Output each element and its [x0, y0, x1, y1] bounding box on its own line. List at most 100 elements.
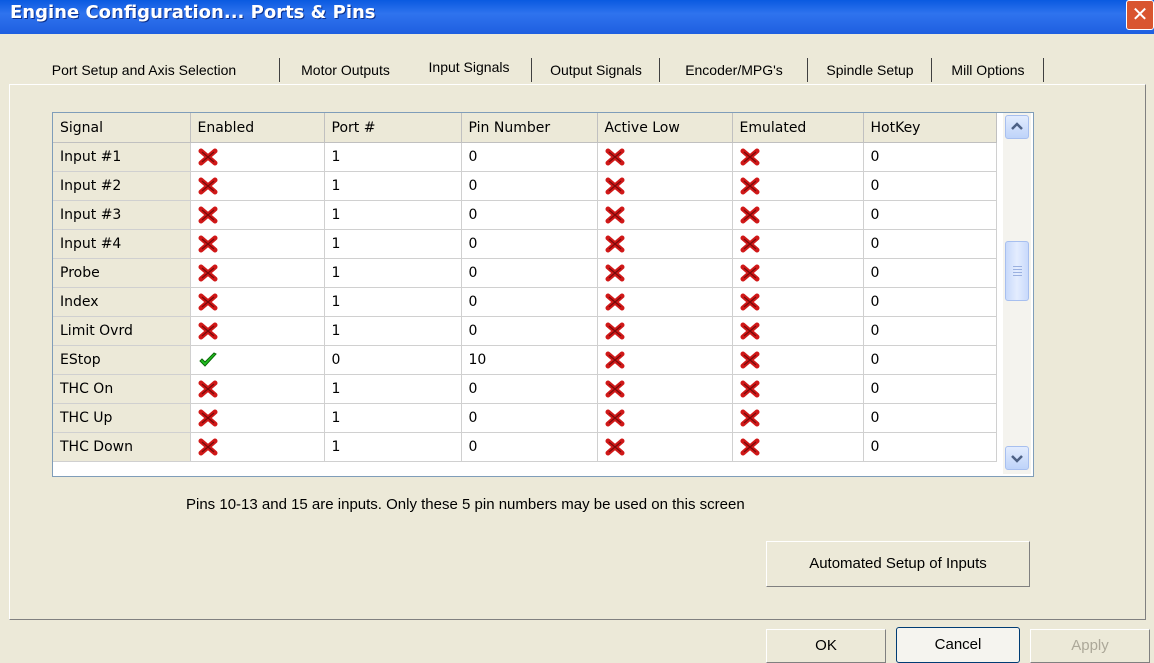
cell-hotkey[interactable]: 0	[863, 374, 997, 404]
automated-setup-button[interactable]: Automated Setup of Inputs	[766, 541, 1030, 587]
cell-pin-number[interactable]: 0	[461, 374, 598, 404]
cell-port[interactable]: 1	[324, 287, 462, 317]
vertical-scrollbar[interactable]	[1003, 113, 1031, 474]
cell-hotkey[interactable]: 0	[863, 171, 997, 201]
scroll-down-button[interactable]	[1005, 446, 1029, 470]
cell-enabled[interactable]	[190, 171, 325, 201]
table-row[interactable]: Limit Ovrd 1 0 0	[53, 316, 997, 346]
cell-pin-number[interactable]: 0	[461, 200, 598, 230]
close-button[interactable]: ✕	[1126, 0, 1154, 30]
cell-pin-number[interactable]: 0	[461, 432, 598, 462]
table-row[interactable]: Input #1 1 0 0	[53, 142, 997, 172]
cell-pin-number[interactable]: 0	[461, 171, 598, 201]
cell-hotkey[interactable]: 0	[863, 345, 997, 375]
cell-active-low[interactable]	[597, 258, 733, 288]
cell-enabled[interactable]	[190, 287, 325, 317]
scroll-thumb[interactable]	[1005, 241, 1029, 301]
cell-emulated[interactable]	[732, 287, 864, 317]
cell-emulated[interactable]	[732, 229, 864, 259]
table-row[interactable]: Input #3 1 0 0	[53, 200, 997, 230]
cell-active-low[interactable]	[597, 403, 733, 433]
cell-port[interactable]: 1	[324, 374, 462, 404]
cell-active-low[interactable]	[597, 287, 733, 317]
cell-pin-number[interactable]: 0	[461, 316, 598, 346]
cell-port[interactable]: 1	[324, 403, 462, 433]
cell-enabled[interactable]	[190, 374, 325, 404]
cell-enabled[interactable]	[190, 432, 325, 462]
cell-hotkey[interactable]: 0	[863, 258, 997, 288]
cell-emulated[interactable]	[732, 171, 864, 201]
cell-hotkey[interactable]: 0	[863, 432, 997, 462]
column-header-emulated[interactable]: Emulated	[732, 113, 864, 143]
table-row[interactable]: THC Down 1 0 0	[53, 432, 997, 462]
cell-hotkey[interactable]: 0	[863, 229, 997, 259]
cell-active-low[interactable]	[597, 200, 733, 230]
table-row[interactable]: EStop 0 10 0	[53, 345, 997, 375]
cell-port[interactable]: 1	[324, 171, 462, 201]
cell-active-low[interactable]	[597, 374, 733, 404]
column-header-hotkey[interactable]: HotKey	[863, 113, 997, 143]
cell-port[interactable]: 1	[324, 432, 462, 462]
table-row[interactable]: THC Up 1 0 0	[53, 403, 997, 433]
cell-emulated[interactable]	[732, 345, 864, 375]
column-header-enabled[interactable]: Enabled	[190, 113, 325, 143]
column-header-active-low[interactable]: Active Low	[597, 113, 733, 143]
cell-emulated[interactable]	[732, 432, 864, 462]
cell-enabled[interactable]	[190, 345, 325, 375]
cell-pin-number[interactable]: 10	[461, 345, 598, 375]
tab-input-signals[interactable]: Input Signals	[407, 52, 531, 84]
cell-enabled[interactable]	[190, 200, 325, 230]
cell-enabled[interactable]	[190, 229, 325, 259]
cell-emulated[interactable]	[732, 200, 864, 230]
tab-mill-options[interactable]: Mill Options	[935, 56, 1041, 84]
cell-hotkey[interactable]: 0	[863, 142, 997, 172]
column-header-port[interactable]: Port #	[324, 113, 462, 143]
cell-port[interactable]: 0	[324, 345, 462, 375]
tab-spindle-setup[interactable]: Spindle Setup	[811, 56, 929, 84]
table-row[interactable]: Input #4 1 0 0	[53, 229, 997, 259]
cell-active-low[interactable]	[597, 229, 733, 259]
column-header-pin-number[interactable]: Pin Number	[461, 113, 598, 143]
cell-enabled[interactable]	[190, 316, 325, 346]
cell-active-low[interactable]	[597, 432, 733, 462]
cancel-button[interactable]: Cancel	[896, 627, 1020, 663]
cell-hotkey[interactable]: 0	[863, 316, 997, 346]
cell-enabled[interactable]	[190, 142, 325, 172]
tab-output-signals[interactable]: Output Signals	[535, 56, 657, 84]
cell-port[interactable]: 1	[324, 258, 462, 288]
cell-pin-number[interactable]: 0	[461, 258, 598, 288]
cell-active-low[interactable]	[597, 316, 733, 346]
cell-emulated[interactable]	[732, 374, 864, 404]
cell-pin-number[interactable]: 0	[461, 229, 598, 259]
cell-port[interactable]: 1	[324, 229, 462, 259]
table-row[interactable]: Probe 1 0 0	[53, 258, 997, 288]
tab-motor-outputs[interactable]: Motor Outputs	[287, 56, 404, 84]
cell-emulated[interactable]	[732, 142, 864, 172]
cell-hotkey[interactable]: 0	[863, 200, 997, 230]
cell-emulated[interactable]	[732, 258, 864, 288]
cell-emulated[interactable]	[732, 316, 864, 346]
cell-hotkey[interactable]: 0	[863, 287, 997, 317]
cell-active-low[interactable]	[597, 171, 733, 201]
scroll-up-button[interactable]	[1005, 115, 1029, 139]
table-row[interactable]: Index 1 0 0	[53, 287, 997, 317]
cell-port[interactable]: 1	[324, 316, 462, 346]
cell-pin-number[interactable]: 0	[461, 403, 598, 433]
cell-emulated[interactable]	[732, 403, 864, 433]
cell-pin-number[interactable]: 0	[461, 142, 598, 172]
cell-pin-number[interactable]: 0	[461, 287, 598, 317]
cell-active-low[interactable]	[597, 142, 733, 172]
table-row[interactable]: Input #2 1 0 0	[53, 171, 997, 201]
tab-encoder-mpg[interactable]: Encoder/MPG's	[663, 56, 805, 84]
apply-button[interactable]: Apply	[1030, 629, 1150, 663]
cell-active-low[interactable]	[597, 345, 733, 375]
column-header-signal[interactable]: Signal	[53, 113, 191, 143]
cell-port[interactable]: 1	[324, 200, 462, 230]
cell-hotkey[interactable]: 0	[863, 403, 997, 433]
cell-enabled[interactable]	[190, 258, 325, 288]
ok-button[interactable]: OK	[766, 629, 886, 663]
tab-port-setup[interactable]: Port Setup and Axis Selection	[18, 56, 270, 84]
cell-enabled[interactable]	[190, 403, 325, 433]
cell-port[interactable]: 1	[324, 142, 462, 172]
table-row[interactable]: THC On 1 0 0	[53, 374, 997, 404]
